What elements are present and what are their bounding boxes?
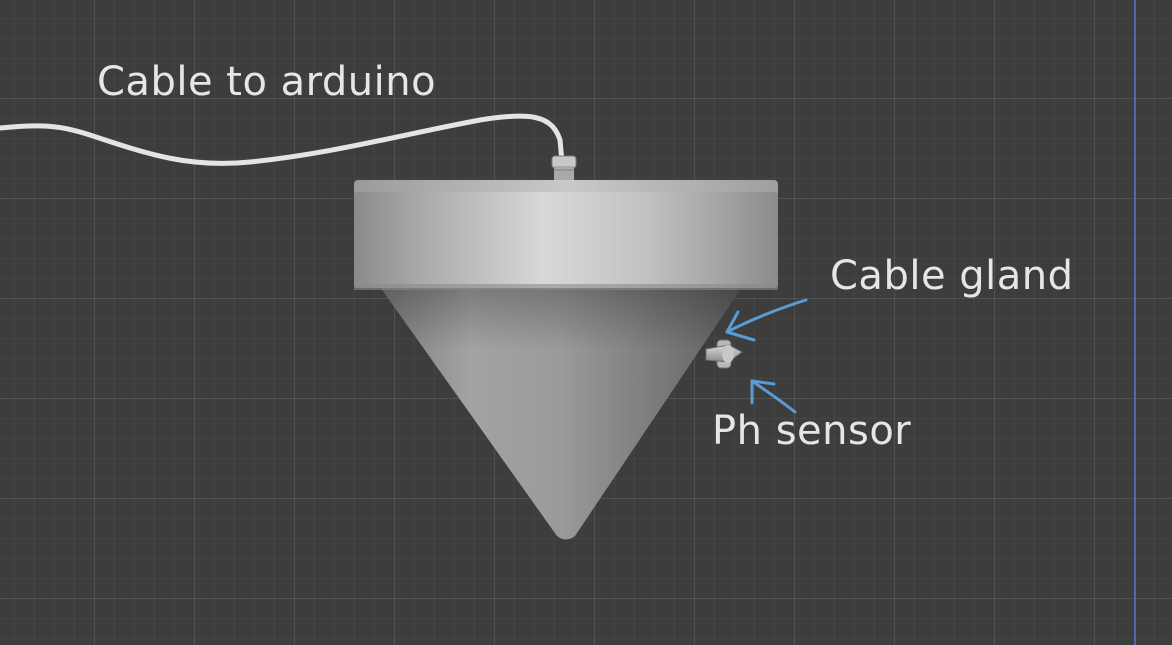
cable-gland-arrow [725,298,808,342]
cable-to-arduino [0,113,565,166]
ph-sensor-part [705,344,743,363]
cone-body [380,287,742,540]
cylinder-lid [354,180,778,290]
blender-viewport[interactable]: Cable to arduino Cable gland Ph sensor [0,0,1172,645]
top-connector [551,155,577,180]
ph-sensor-label: Ph sensor [712,408,912,454]
cable-gland-label: Cable gland [830,253,1074,299]
cable-to-arduino-label: Cable to arduino [97,59,437,105]
